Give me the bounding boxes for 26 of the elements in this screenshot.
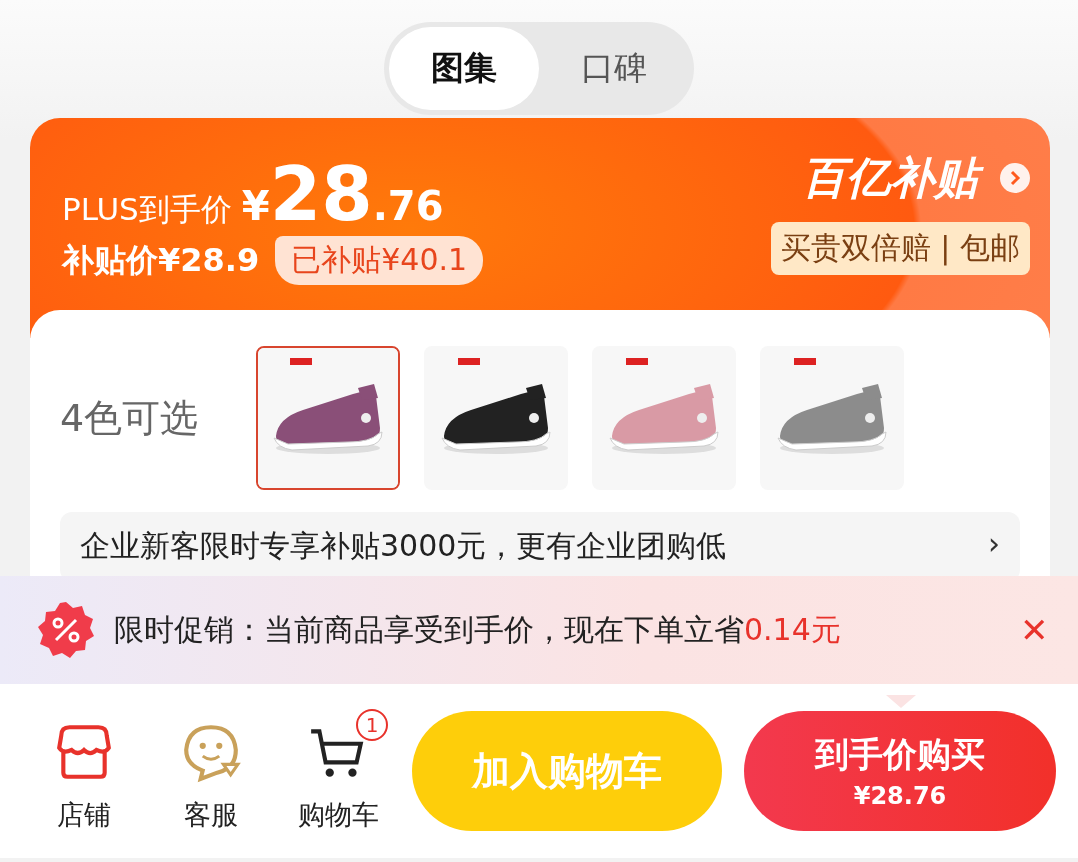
nav-item[interactable]: 1 购物车: [274, 709, 402, 833]
view-tab[interactable]: 图集: [389, 27, 539, 110]
cart-count-badge: 1: [356, 709, 389, 741]
nav-item[interactable]: 客服: [147, 709, 275, 833]
pointer-icon: [886, 695, 916, 709]
price-integer: 28: [269, 154, 373, 234]
nav-label: 客服: [183, 798, 238, 832]
discount-badge-icon: [36, 600, 96, 660]
plus-price-label: PLUS到手价: [62, 190, 232, 229]
color-count-label: 4色可选: [60, 394, 200, 442]
nav-label: 店铺: [56, 798, 111, 832]
close-button[interactable]: ✕: [1020, 610, 1048, 650]
view-tab[interactable]: 口碑: [539, 27, 689, 110]
enterprise-offer-row[interactable]: 企业新客限时专享补贴3000元，更有企业团购低 ›: [60, 512, 1020, 576]
chevron-right-icon[interactable]: [1000, 163, 1030, 193]
subsidy-price: 补贴价¥28.9: [62, 239, 260, 281]
nav-item[interactable]: 店铺: [20, 709, 148, 833]
price-decimal: .76: [372, 183, 444, 229]
promo-text: 限时促销：当前商品享受到手价，现在下单立省0.14元: [114, 610, 842, 649]
chevron-right: ›: [988, 526, 1000, 561]
buy-now-button[interactable]: 到手价购买 ¥28.76: [744, 711, 1056, 831]
guarantee-tag: 买贵双倍赔 | 包邮: [770, 222, 1030, 275]
nav-label: 购物车: [297, 798, 379, 832]
currency-symbol: ¥: [241, 183, 270, 229]
subsidy-tag: 已补贴¥40.1: [275, 236, 484, 285]
enterprise-offer-text: 企业新客限时专享补贴3000元，更有企业团购低: [80, 527, 727, 565]
